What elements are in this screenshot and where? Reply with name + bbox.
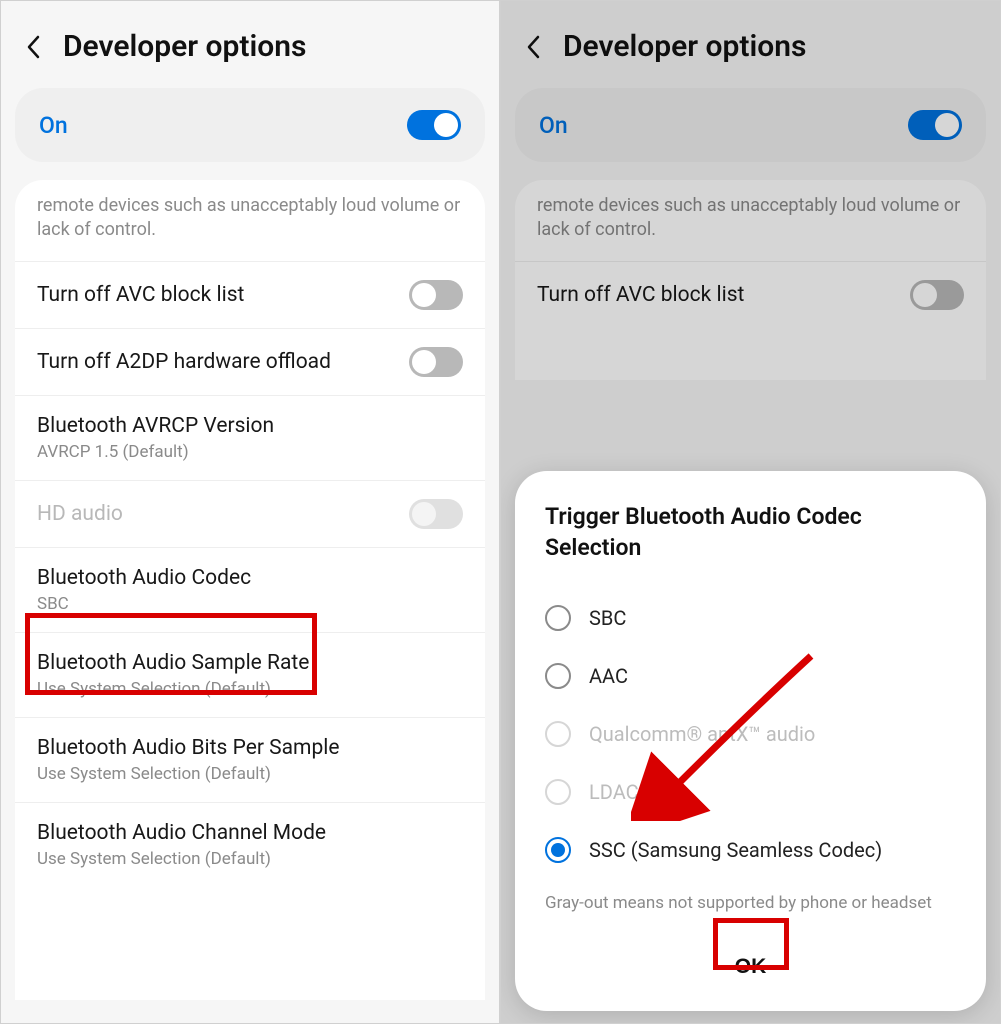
row-title: Bluetooth Audio Channel Mode xyxy=(37,821,463,845)
row-avc-block-list[interactable]: Turn off AVC block list xyxy=(15,261,485,328)
radio-option-ldac: LDAC xyxy=(545,763,956,821)
row-subtitle: AVRCP 1.5 (Default) xyxy=(37,442,463,462)
row-hd-audio: HD audio xyxy=(15,480,485,547)
page-title: Developer options xyxy=(63,29,306,64)
toggle-hd-audio xyxy=(409,499,463,529)
row-bits-per-sample[interactable]: Bluetooth Audio Bits Per Sample Use Syst… xyxy=(15,717,485,802)
toggle-a2dp[interactable] xyxy=(409,347,463,377)
radio-icon[interactable] xyxy=(545,837,571,863)
row-title: Bluetooth Audio Sample Rate xyxy=(37,651,463,675)
radio-icon[interactable] xyxy=(545,605,571,631)
radio-option-ssc[interactable]: SSC (Samsung Seamless Codec) xyxy=(545,821,956,879)
right-screenshot: Developer options On remote devices such… xyxy=(501,1,1000,1023)
row-avrcp-version[interactable]: Bluetooth AVRCP Version AVRCP 1.5 (Defau… xyxy=(15,395,485,480)
radio-label: SSC (Samsung Seamless Codec) xyxy=(589,838,882,862)
row-bluetooth-audio-codec[interactable]: Bluetooth Audio Codec SBC xyxy=(15,547,485,632)
radio-option-sbc[interactable]: SBC xyxy=(545,589,956,647)
row-a2dp-offload[interactable]: Turn off A2DP hardware offload xyxy=(15,328,485,395)
row-subtitle: Use System Selection (Default) xyxy=(37,849,463,869)
radio-label: SBC xyxy=(589,606,626,630)
row-subtitle: Use System Selection (Default) xyxy=(37,764,463,784)
row-title: Turn off A2DP hardware offload xyxy=(37,350,409,374)
row-channel-mode[interactable]: Bluetooth Audio Channel Mode Use System … xyxy=(15,802,485,887)
row-title: Bluetooth Audio Bits Per Sample xyxy=(37,736,463,760)
back-icon[interactable] xyxy=(21,35,45,59)
radio-icon xyxy=(545,721,571,747)
codec-selection-dialog: Trigger Bluetooth Audio Codec Selection … xyxy=(515,471,986,1011)
header: Developer options xyxy=(1,1,499,88)
radio-label: Qualcomm® aptX™ audio xyxy=(589,722,815,746)
row-title: HD audio xyxy=(37,502,409,526)
dialog-title: Trigger Bluetooth Audio Codec Selection xyxy=(545,501,956,563)
radio-label: LDAC xyxy=(589,780,639,804)
row-title: Bluetooth AVRCP Version xyxy=(37,414,463,438)
radio-label: AAC xyxy=(589,664,628,688)
left-screenshot: Developer options On remote devices such… xyxy=(1,1,499,1023)
row-sample-rate[interactable]: Bluetooth Audio Sample Rate Use System S… xyxy=(15,632,485,717)
radio-option-aac[interactable]: AAC xyxy=(545,647,956,705)
description-text: remote devices such as unacceptably loud… xyxy=(15,180,485,261)
master-toggle-label: On xyxy=(39,112,68,139)
ok-button[interactable]: OK xyxy=(717,947,785,987)
row-title: Turn off AVC block list xyxy=(37,283,409,307)
radio-icon xyxy=(545,779,571,805)
radio-icon[interactable] xyxy=(545,663,571,689)
dialog-note: Gray-out means not supported by phone or… xyxy=(545,893,956,913)
row-subtitle: SBC xyxy=(37,594,463,614)
row-subtitle: Use System Selection (Default) xyxy=(37,679,463,699)
toggle-avc[interactable] xyxy=(409,280,463,310)
row-title: Bluetooth Audio Codec xyxy=(37,566,463,590)
master-toggle[interactable] xyxy=(407,110,461,140)
master-toggle-row[interactable]: On xyxy=(15,88,485,162)
settings-list: remote devices such as unacceptably loud… xyxy=(15,180,485,1000)
radio-option-aptx: Qualcomm® aptX™ audio xyxy=(545,705,956,763)
